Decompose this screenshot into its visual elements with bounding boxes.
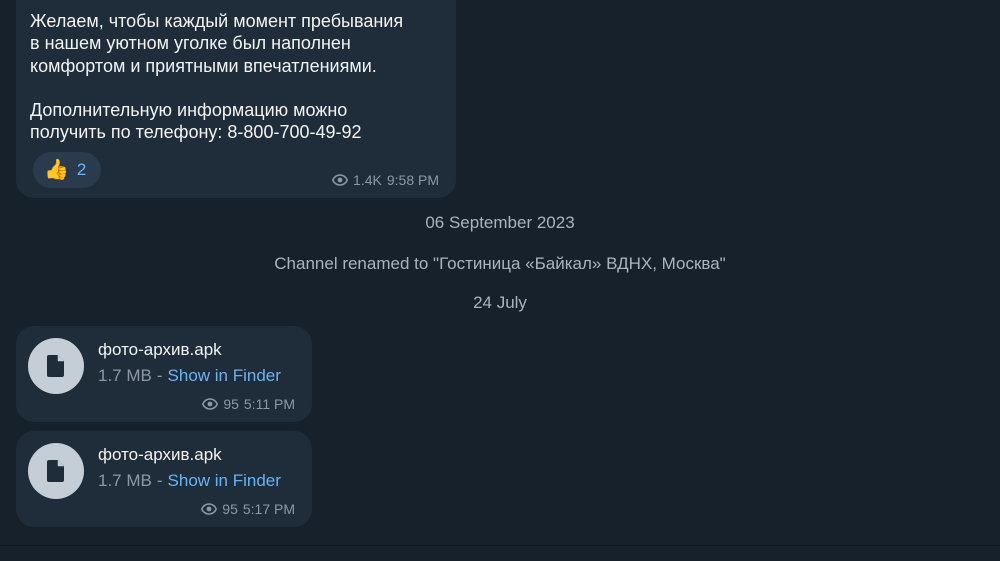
service-message-rename: Channel renamed to "Гостиница «Байкал» В… <box>274 254 726 273</box>
show-in-finder-link[interactable]: Show in Finder <box>168 366 281 385</box>
eye-icon <box>332 174 349 186</box>
file-details: 1.7 MB - Show in Finder <box>98 471 281 491</box>
reaction-count: 2 <box>76 160 87 179</box>
view-count: 1.4K <box>353 172 382 188</box>
message-meta: 95 5:17 PM <box>201 501 295 517</box>
message-meta: 95 5:11 PM <box>202 396 295 412</box>
message-time: 5:17 PM <box>242 501 295 517</box>
document-icon[interactable] <box>28 338 84 394</box>
separator: - <box>156 471 163 490</box>
message-time: 5:11 PM <box>243 396 295 412</box>
message-line: получить по телефону: 8-800-700-49-92 <box>30 122 362 143</box>
view-count: 95 <box>223 396 239 412</box>
channel-message[interactable]: Желаем, чтобы каждый момент пребывания в… <box>16 0 456 198</box>
composer-divider <box>0 545 1000 561</box>
file-name: фото-архив.apk <box>98 340 222 359</box>
show-in-finder-link[interactable]: Show in Finder <box>168 471 281 490</box>
message-time: 9:58 PM <box>386 172 439 188</box>
file-size: 1.7 MB <box>98 471 152 490</box>
eye-icon <box>202 398 219 410</box>
message-text: Желаем, чтобы каждый момент пребывания в… <box>30 10 403 143</box>
file-size: 1.7 MB <box>98 366 152 385</box>
thumbs-up-icon: 👍 <box>44 159 69 181</box>
eye-icon <box>201 503 218 515</box>
message-meta: 1.4K 9:58 PM <box>332 172 439 188</box>
file-details: 1.7 MB - Show in Finder <box>98 366 281 386</box>
file-message[interactable]: фото-архив.apk 1.7 MB - Show in Finder 95 … <box>16 326 312 422</box>
file-message[interactable]: фото-архив.apk 1.7 MB - Show in Finder 95 … <box>16 431 312 527</box>
view-count: 95 <box>222 501 238 517</box>
file-name: фото-архив.apk <box>98 445 222 464</box>
date-separator: 06 September 2023 <box>425 213 575 232</box>
message-line: в нашем уютном уголке был наполнен <box>30 33 351 54</box>
reaction-button[interactable]: 👍 2 <box>33 152 101 188</box>
document-icon[interactable] <box>28 443 84 499</box>
message-line: Дополнительную информацию можно <box>30 99 348 120</box>
message-line: Желаем, чтобы каждый момент пребывания <box>30 11 404 31</box>
date-separator: 24 July <box>473 293 527 312</box>
message-line: комфортом и приятными впечатлениями. <box>30 55 377 76</box>
separator: - <box>156 366 163 385</box>
